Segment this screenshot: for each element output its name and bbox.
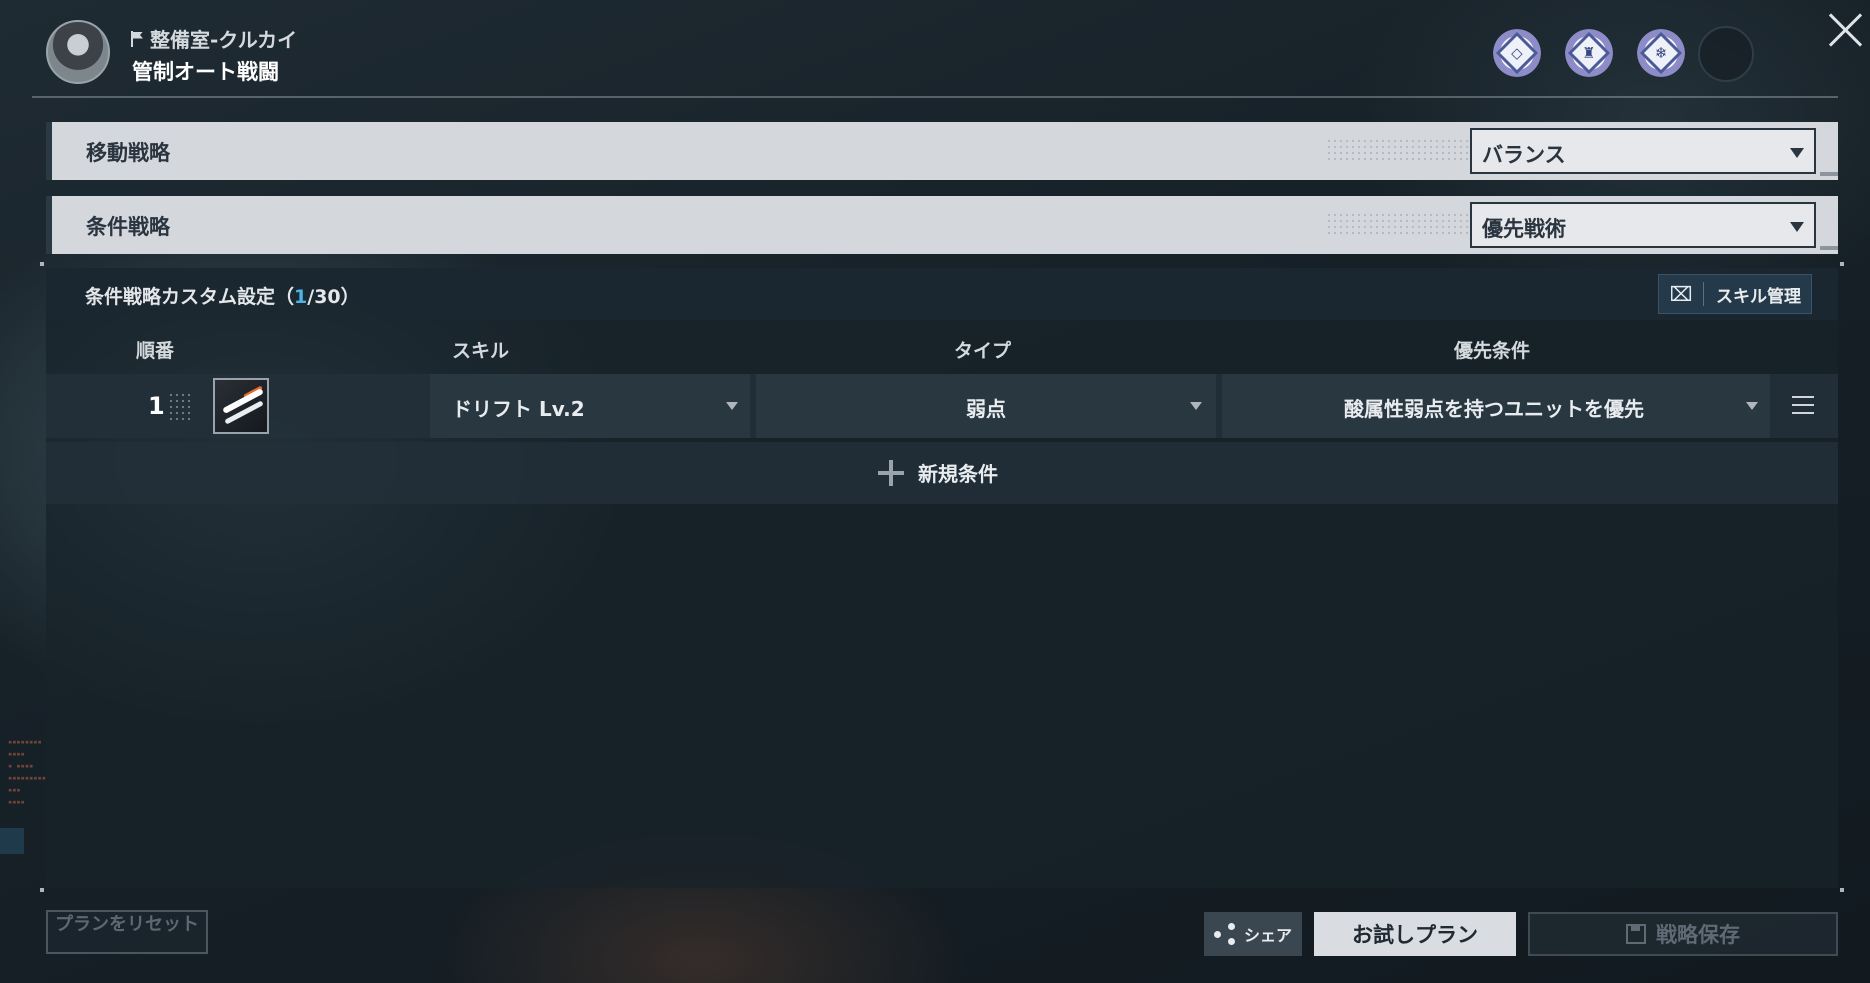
custom-conditions-panel [46, 268, 1838, 888]
condition-strategy-select[interactable]: 優先戦術 [1470, 202, 1816, 248]
page-title: 管制オート戦闘 [132, 60, 279, 84]
caret-down-icon [1790, 222, 1804, 232]
column-header-priority: 優先条件 [1454, 340, 1531, 362]
condition-strategy-label: 条件戦略 [86, 215, 170, 239]
snowflake-emblem-icon[interactable]: ❄ [1634, 26, 1688, 80]
condition-count: 1 [294, 286, 308, 308]
caret-down-icon [1190, 402, 1202, 410]
menu-icon[interactable] [1792, 396, 1814, 414]
move-strategy-select[interactable]: バランス [1470, 128, 1816, 174]
empty-emblem-slot[interactable] [1698, 26, 1754, 82]
trial-plan-button[interactable]: お試しプラン [1314, 912, 1516, 956]
close-icon[interactable] [1826, 8, 1866, 48]
add-condition-button[interactable]: 新規条件 [878, 458, 998, 487]
flag-icon [130, 30, 144, 47]
reset-plan-button[interactable]: プランをリセット [46, 910, 208, 954]
column-header-skill: スキル [452, 340, 510, 362]
caret-down-icon [726, 402, 738, 410]
caret-down-icon [1790, 148, 1804, 158]
location-label: 整備室-クルカイ [130, 24, 297, 53]
condition-strategy-bar: 条件戦略 優先戦術 [46, 196, 1838, 254]
clear-format-icon: ⌧ [1659, 282, 1704, 306]
diamond-emblem-icon[interactable]: ◇ [1490, 26, 1544, 80]
column-header-type: タイプ [954, 340, 1012, 362]
save-icon [1626, 924, 1646, 944]
save-strategy-button[interactable]: 戦略保存 [1528, 912, 1838, 956]
priority-select[interactable]: 酸属性弱点を持つユニットを優先 [1222, 374, 1770, 438]
share-icon [1213, 923, 1236, 945]
decorative-block [0, 828, 24, 854]
caret-down-icon [1746, 402, 1758, 410]
type-select[interactable]: 弱点 [756, 374, 1216, 438]
avatar [46, 20, 110, 84]
panel-title: 条件戦略カスタム設定（1/30） [85, 286, 360, 308]
crest-emblem-icon[interactable]: ♜ [1562, 26, 1616, 80]
location-text: 整備室-クルカイ [150, 28, 298, 52]
move-strategy-label: 移動戦略 [86, 141, 170, 165]
row-order: 1 [148, 392, 165, 420]
drag-handle[interactable] [168, 392, 192, 420]
share-button[interactable]: シェア [1204, 912, 1302, 956]
move-strategy-bar: 移動戦略 バランス [46, 122, 1838, 180]
divider [32, 96, 1838, 98]
skill-select[interactable]: ドリフト Lv.2 [430, 374, 750, 438]
skill-management-button[interactable]: ⌧ スキル管理 [1658, 274, 1812, 314]
drift-skill-icon [213, 378, 269, 434]
plus-icon [878, 459, 904, 486]
column-header-order: 順番 [136, 340, 175, 362]
decorative-text: ▪▪▪▪▪▪▪▪ ▪▪▪▪ ▪ ▪▪▪▪ ▪▪▪▪▪▪▪▪▪ ▪▪▪ ▪▪▪▪ [8, 738, 46, 806]
